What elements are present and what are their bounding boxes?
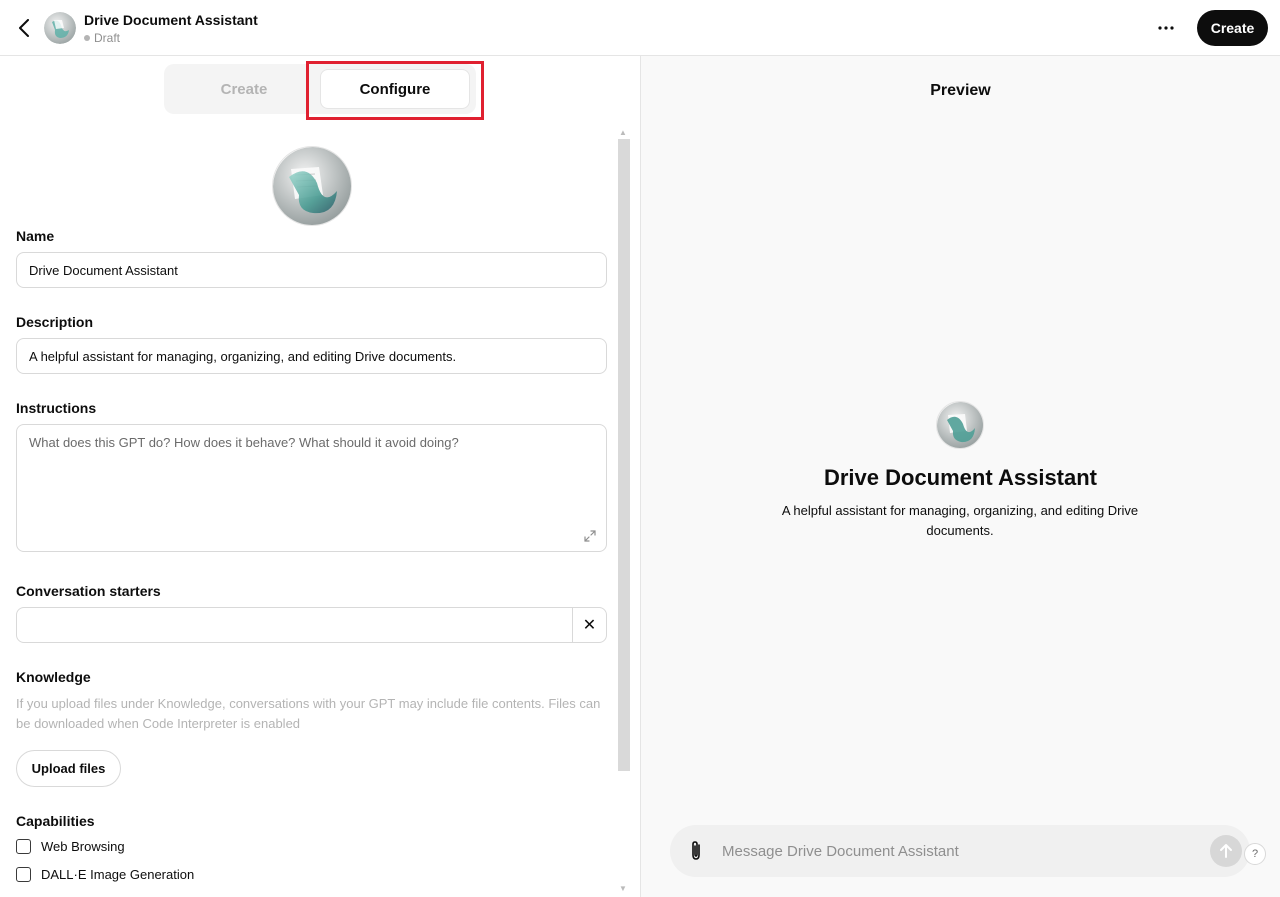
preview-gpt-name: Drive Document Assistant <box>823 465 1098 490</box>
conversation-starters-label: Conversation starters <box>16 583 161 599</box>
send-button[interactable] <box>1210 835 1242 867</box>
message-composer <box>670 825 1250 877</box>
message-input[interactable] <box>722 840 1192 862</box>
attach-button[interactable] <box>686 840 706 862</box>
chevron-left-icon <box>19 19 29 37</box>
mode-tabs: Create Configure <box>164 64 476 114</box>
ellipsis-icon <box>1158 26 1174 30</box>
create-gpt-button[interactable]: Create <box>1197 10 1268 46</box>
close-icon: ✕ <box>582 617 597 634</box>
capability-label: DALL·E Image Generation <box>41 867 195 882</box>
more-options-button[interactable] <box>1152 16 1180 40</box>
tab-create[interactable]: Create <box>164 64 324 114</box>
status-dot-icon <box>84 35 90 41</box>
scrollbar-thumb[interactable] <box>618 139 630 771</box>
configure-panel: Create Configure ▲ ▼ Name Drive Document… <box>0 56 640 897</box>
checkbox[interactable] <box>16 867 31 882</box>
description-input[interactable]: A helpful assistant for managing, organi… <box>16 338 607 374</box>
preview-gpt-avatar <box>936 401 984 449</box>
name-input[interactable]: Drive Document Assistant <box>16 252 607 288</box>
gpt-avatar-small <box>44 12 76 44</box>
capabilities-label: Capabilities <box>16 813 95 829</box>
instructions-label: Instructions <box>16 400 97 416</box>
expand-icon[interactable] <box>582 528 598 544</box>
gpt-title: Drive Document Assistant <box>84 12 258 28</box>
preview-panel: Preview Drive Document Assistant A helpf… <box>641 56 1280 897</box>
knowledge-label: Knowledge <box>16 669 91 685</box>
knowledge-note: If you upload files under Knowledge, con… <box>16 696 601 731</box>
checkbox[interactable] <box>16 839 31 854</box>
preview-gpt-description: A helpful assistant for managing, organi… <box>781 503 1139 538</box>
arrow-up-icon <box>1220 844 1232 858</box>
scroll-up-arrow-icon[interactable]: ▲ <box>619 128 627 137</box>
capability-dalle[interactable]: DALL·E Image Generation <box>16 867 194 882</box>
top-bar: Drive Document Assistant Draft Create <box>0 0 1280 56</box>
scroll-down-arrow-icon[interactable]: ▼ <box>619 884 627 893</box>
gpt-avatar-upload[interactable] <box>272 146 352 226</box>
preview-title: Preview <box>930 82 991 99</box>
tab-configure[interactable]: Configure <box>320 69 470 109</box>
capability-web-browsing[interactable]: Web Browsing <box>16 839 125 854</box>
capability-label: Web Browsing <box>41 839 125 854</box>
draft-status: Draft <box>84 31 120 45</box>
instructions-textarea[interactable]: What does this GPT do? How does it behav… <box>16 424 607 552</box>
status-label: Draft <box>94 31 121 45</box>
help-button[interactable]: ? <box>1244 843 1266 865</box>
description-label: Description <box>16 314 94 330</box>
conversation-starter-input[interactable] <box>16 607 573 643</box>
upload-files-button[interactable]: Upload files <box>16 750 121 787</box>
back-button[interactable] <box>12 16 36 40</box>
paperclip-icon <box>692 841 700 860</box>
name-label: Name <box>16 228 55 244</box>
remove-starter-button[interactable]: ✕ <box>572 607 607 643</box>
